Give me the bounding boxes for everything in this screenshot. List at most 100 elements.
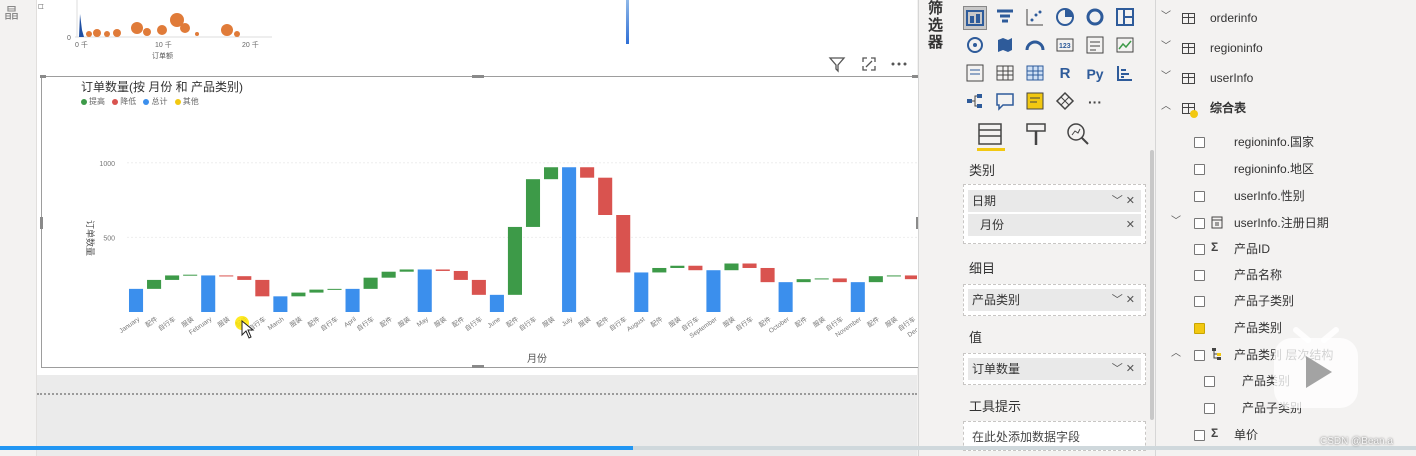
fields-tab-icon[interactable] xyxy=(975,118,1005,152)
field-checkbox[interactable] xyxy=(1194,350,1205,361)
field-name[interactable]: userInfo.性别 xyxy=(1234,185,1305,207)
resize-handle[interactable] xyxy=(40,75,46,78)
waterfall-bar-increase[interactable] xyxy=(165,275,180,280)
waterfall-bar-decrease[interactable] xyxy=(580,167,595,178)
waterfall-bar-total[interactable] xyxy=(345,288,360,312)
smart-narrative-visual-icon[interactable] xyxy=(1023,90,1047,114)
card-visual-icon[interactable]: 123 xyxy=(1053,34,1077,58)
values-field[interactable]: 订单数量 ﹀ ✕ xyxy=(968,358,1141,380)
chevron-down-icon[interactable]: ﹀ xyxy=(1160,67,1172,89)
waterfall-bar-increase[interactable] xyxy=(309,289,324,293)
table-name[interactable]: regioninfo xyxy=(1210,37,1263,59)
treemap-visual-icon[interactable] xyxy=(1113,6,1137,30)
chevron-up-icon[interactable]: ︿ xyxy=(1170,344,1182,366)
multirow-card-visual-icon[interactable] xyxy=(1083,34,1107,58)
waterfall-bar-increase[interactable] xyxy=(652,267,667,273)
filter-icon[interactable] xyxy=(827,54,847,74)
waterfall-bar-total[interactable] xyxy=(706,270,721,312)
table-name[interactable]: orderinfo xyxy=(1210,7,1257,29)
field-checkbox[interactable] xyxy=(1204,403,1215,414)
waterfall-bar-decrease[interactable] xyxy=(237,276,252,280)
resize-handle[interactable] xyxy=(40,217,43,229)
close-icon[interactable]: ✕ xyxy=(1126,363,1135,375)
chevron-up-icon[interactable]: ︿ xyxy=(1160,97,1172,119)
waterfall-bar-increase[interactable] xyxy=(868,276,883,283)
waterfall-bar-increase[interactable] xyxy=(183,274,198,276)
more-options-icon[interactable] xyxy=(889,54,909,74)
waterfall-bar-decrease[interactable] xyxy=(598,177,613,215)
legend-item[interactable]: 其他 xyxy=(174,96,199,107)
chevron-down-icon[interactable]: ﹀ xyxy=(1160,7,1172,29)
waterfall-bar-increase[interactable] xyxy=(796,279,811,283)
map-visual-icon[interactable] xyxy=(963,34,987,58)
waterfall-bar-increase[interactable] xyxy=(147,279,162,289)
field-checkbox[interactable] xyxy=(1204,376,1215,387)
matrix-table-visual-icon[interactable] xyxy=(1023,62,1047,86)
waterfall-bar-decrease[interactable] xyxy=(616,215,631,273)
field-checkbox-checked[interactable] xyxy=(1194,323,1205,334)
category-well[interactable]: 日期 ﹀ ✕ 月份 ✕ xyxy=(963,184,1146,244)
pie-visual-icon[interactable] xyxy=(1053,6,1077,30)
waterfall-bar-increase[interactable] xyxy=(291,292,306,297)
kpi-visual-icon[interactable] xyxy=(1113,34,1137,58)
more-visuals-icon[interactable]: ··· xyxy=(1083,90,1107,114)
waterfall-bar-total[interactable] xyxy=(417,269,432,312)
waterfall-bar-total[interactable] xyxy=(273,296,288,312)
waterfall-bar-decrease[interactable] xyxy=(435,269,450,271)
field-checkbox[interactable] xyxy=(1194,191,1205,202)
field-name[interactable]: regioninfo.地区 xyxy=(1234,158,1314,180)
category-field-month[interactable]: 月份 ✕ xyxy=(968,214,1141,236)
field-checkbox[interactable] xyxy=(1194,164,1205,175)
matrix-visual-icon[interactable] xyxy=(963,6,987,30)
close-icon[interactable]: ✕ xyxy=(1126,294,1135,306)
waterfall-bar-increase[interactable] xyxy=(327,288,342,290)
field-name[interactable]: 产品子类别 xyxy=(1234,290,1294,312)
breakdown-well[interactable]: 产品类别 ﹀ ✕ xyxy=(963,284,1146,316)
field-checkbox[interactable] xyxy=(1194,296,1205,307)
field-checkbox[interactable] xyxy=(1194,137,1205,148)
waterfall-bar-total[interactable] xyxy=(201,275,216,312)
waterfall-bar-total[interactable] xyxy=(850,282,865,312)
filters-pane-collapsed[interactable]: 筛选器 xyxy=(918,0,952,456)
waterfall-bar-increase[interactable] xyxy=(814,278,829,280)
format-paint-roller-icon[interactable] xyxy=(1021,118,1051,152)
field-name[interactable]: 产品名称 xyxy=(1234,264,1282,286)
scatter-visual[interactable]: ロ 0 0 千 10 千 20 千 订单额 xyxy=(37,0,287,62)
slicer-visual-icon[interactable] xyxy=(963,62,987,86)
field-name[interactable]: 产品ID xyxy=(1234,238,1270,260)
waterfall-bar-decrease[interactable] xyxy=(219,275,234,277)
waterfall-bar-decrease[interactable] xyxy=(832,278,847,283)
field-checkbox[interactable] xyxy=(1194,430,1205,441)
waterfall-bar-decrease[interactable] xyxy=(742,263,757,268)
legend-item[interactable]: 总计 xyxy=(143,96,167,107)
breakdown-field[interactable]: 产品类别 ﹀ ✕ xyxy=(968,289,1141,311)
chevron-down-icon[interactable]: ﹀ xyxy=(1112,195,1123,207)
resize-handle[interactable] xyxy=(472,75,484,78)
funnel-visual-icon[interactable] xyxy=(993,6,1017,30)
waterfall-bar-decrease[interactable] xyxy=(453,270,468,280)
waterfall-bar-decrease[interactable] xyxy=(904,275,917,280)
video-progress-bar[interactable] xyxy=(0,446,1416,450)
gauge-visual-icon[interactable] xyxy=(1023,34,1047,58)
viz-pane-scrollbar[interactable] xyxy=(1150,150,1154,420)
key-influencers-visual-icon[interactable] xyxy=(1113,62,1137,86)
legend-item[interactable]: 提高 xyxy=(81,96,105,107)
report-view-icon[interactable]: 晶 xyxy=(4,2,19,23)
qa-visual-icon[interactable] xyxy=(993,90,1017,114)
category-field-date[interactable]: 日期 ﹀ ✕ xyxy=(968,190,1141,212)
waterfall-bar-decrease[interactable] xyxy=(688,265,703,271)
filled-map-visual-icon[interactable] xyxy=(993,34,1017,58)
waterfall-bar-increase[interactable] xyxy=(399,269,414,272)
table-name[interactable]: 综合表 xyxy=(1210,97,1246,119)
table-name[interactable]: userInfo xyxy=(1210,67,1253,89)
waterfall-bar-total[interactable] xyxy=(562,167,577,312)
waterfall-bar-total[interactable] xyxy=(489,294,504,312)
chevron-down-icon[interactable]: ﹀ xyxy=(1112,363,1123,375)
waterfall-bar-increase[interactable] xyxy=(525,179,541,227)
analytics-magnifier-icon[interactable] xyxy=(1063,118,1093,152)
legend-item[interactable]: 降低 xyxy=(112,96,136,107)
waterfall-bar-decrease[interactable] xyxy=(471,279,486,295)
waterfall-bar-increase[interactable] xyxy=(544,167,559,180)
video-play-icon[interactable] xyxy=(1270,316,1362,412)
waterfall-bar-increase[interactable] xyxy=(363,277,378,289)
